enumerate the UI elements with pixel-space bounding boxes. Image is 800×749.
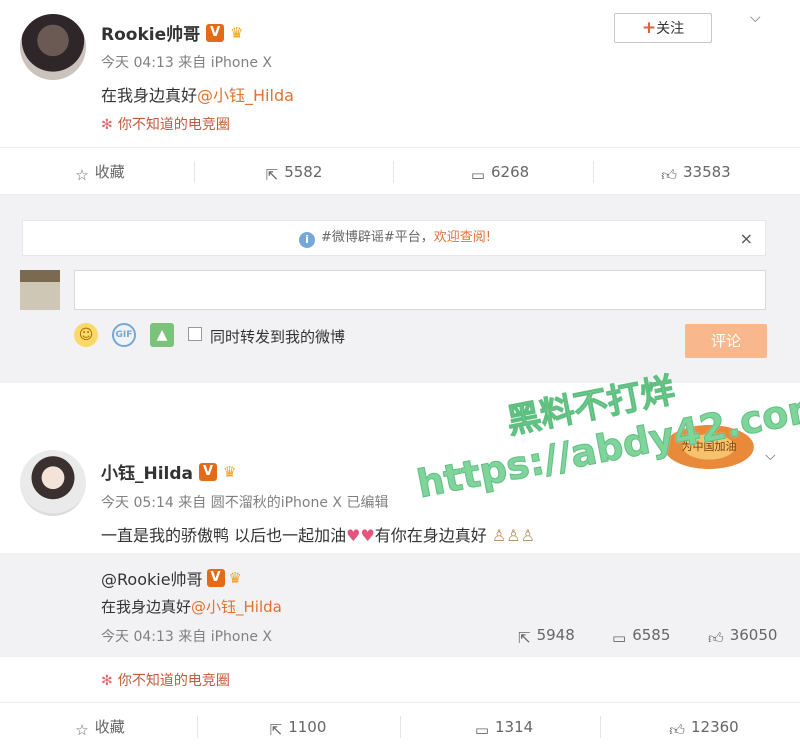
favorite-label: 收藏 bbox=[94, 718, 125, 736]
flower-icon: ✻ bbox=[101, 117, 113, 133]
notice-link[interactable]: 欢迎查阅! bbox=[434, 230, 491, 245]
post-header: Rookie帅哥 V ♛ bbox=[101, 20, 252, 45]
like-button[interactable]: 👍︎ 33583 bbox=[596, 148, 796, 196]
topic-tag[interactable]: ✻ 你不知道的电竞圈 bbox=[101, 670, 230, 690]
like-count: 36050 bbox=[729, 626, 778, 644]
kneel-emoji-icon: ♙♙♙ bbox=[486, 526, 535, 545]
repost-count: 5582 bbox=[284, 163, 323, 181]
like-count: 33583 bbox=[682, 163, 731, 181]
repost-count: 5948 bbox=[536, 626, 575, 644]
vip-crown-icon: ♛ bbox=[223, 462, 237, 481]
post-text-body: 一直是我的骄傲鸭 以后也一起加油 bbox=[101, 526, 347, 545]
topic-tag[interactable]: ✻ 你不知道的电竞圈 bbox=[101, 114, 230, 134]
comment-button[interactable]: ▭ 1314 bbox=[404, 703, 604, 749]
post-text: 一直是我的骄傲鸭 以后也一起加油♥♥有你在身边真好 ♙♙♙ bbox=[101, 522, 535, 546]
comment-button[interactable]: ▭ 6268 bbox=[400, 148, 600, 196]
emoji-icon[interactable]: ☺ bbox=[74, 323, 98, 347]
post-header: 小钰_Hilda V ♛ bbox=[101, 459, 245, 484]
vip-crown-icon: ♛ bbox=[230, 23, 244, 42]
info-icon: i bbox=[298, 232, 315, 248]
comment-icon: ▭ bbox=[470, 166, 485, 184]
notice-text: i #微博辟谣#平台，欢迎查阅! bbox=[23, 221, 767, 255]
star-icon: ☆ bbox=[75, 721, 89, 739]
author-name[interactable]: Rookie帅哥 bbox=[101, 20, 200, 45]
favorite-label: 收藏 bbox=[94, 163, 125, 181]
quoted-author[interactable]: @Rookie帅哥 bbox=[101, 566, 203, 590]
weibo-feed: Rookie帅哥 V ♛ 今天 04:13 来自 iPhone X 在我身边真好… bbox=[0, 0, 800, 749]
topic-label: 你不知道的电竞圈 bbox=[117, 117, 230, 133]
post2-action-bar: ☆ 收藏 ⇱ 1100 ▭ 1314 👍︎ 12360 bbox=[0, 702, 800, 749]
mention-link[interactable]: @小钰_Hilda bbox=[191, 598, 282, 616]
repost-button[interactable]: ⇱ 1100 bbox=[198, 703, 398, 749]
chevron-down-icon[interactable]: ⌵ bbox=[750, 10, 761, 26]
like-count: 12360 bbox=[690, 718, 739, 736]
post-text: 在我身边真好@小钰_Hilda bbox=[101, 82, 294, 106]
quoted-text: 在我身边真好@小钰_Hilda bbox=[101, 596, 282, 617]
comment-count: 6585 bbox=[632, 626, 671, 644]
verified-v-icon: V bbox=[206, 23, 225, 42]
repost-icon: ⇱ bbox=[269, 721, 283, 739]
image-icon[interactable]: ▲ bbox=[150, 323, 174, 347]
post-text-body: 在我身边真好 bbox=[101, 86, 198, 105]
gif-icon[interactable]: GIF bbox=[112, 323, 136, 347]
post-meta: 今天 05:14 来自 圆不溜秋的iPhone X 已编辑 bbox=[101, 495, 389, 511]
heart-icon: ♥♥ bbox=[346, 526, 375, 545]
quoted-text-body: 在我身边真好 bbox=[101, 598, 192, 616]
comment-input[interactable] bbox=[74, 270, 766, 310]
comment-icon: ▭ bbox=[612, 629, 627, 647]
author-name[interactable]: 小钰_Hilda bbox=[101, 459, 193, 484]
like-button[interactable]: 👍︎ 12360 bbox=[604, 703, 800, 749]
quoted-meta: 今天 04:13 来自 iPhone X bbox=[101, 629, 272, 645]
repost-checkbox[interactable] bbox=[188, 327, 202, 341]
verified-v-icon: V bbox=[199, 462, 218, 481]
post1-action-bar: ☆ 收藏 ⇱ 5582 ▭ 6268 👍︎ 33583 bbox=[0, 147, 800, 195]
flower-icon: ✻ bbox=[101, 673, 113, 689]
quoted-header: @Rookie帅哥 V ♛ bbox=[101, 566, 251, 590]
close-icon[interactable]: × bbox=[740, 229, 753, 248]
avatar[interactable] bbox=[20, 450, 86, 516]
repost-checkbox-label: 同时转发到我的微博 bbox=[210, 328, 346, 346]
follow-button[interactable]: +关注 bbox=[614, 13, 712, 43]
rumor-notice: i #微博辟谣#平台，欢迎查阅! × bbox=[22, 220, 766, 256]
thumbs-up-icon: 👍︎ bbox=[669, 721, 685, 739]
repost-count: 1100 bbox=[288, 718, 327, 736]
chevron-down-icon[interactable]: ⌵ bbox=[765, 448, 776, 464]
comment-count: 6268 bbox=[491, 163, 530, 181]
current-user-avatar bbox=[20, 270, 60, 310]
favorite-button[interactable]: ☆ 收藏 bbox=[0, 148, 200, 196]
quoted-repost[interactable]: ⇱ 5948 bbox=[518, 626, 575, 647]
comment-icon: ▭ bbox=[474, 721, 489, 739]
repost-icon: ⇱ bbox=[518, 629, 531, 647]
thumbs-up-icon: 👍︎ bbox=[661, 166, 677, 184]
verified-v-icon: V bbox=[206, 569, 225, 587]
favorite-button[interactable]: ☆ 收藏 bbox=[0, 703, 200, 749]
repost-button[interactable]: ⇱ 5582 bbox=[194, 148, 394, 196]
star-icon: ☆ bbox=[75, 166, 89, 184]
follow-label: 关注 bbox=[656, 21, 685, 37]
quoted-comment[interactable]: ▭ 6585 bbox=[612, 626, 670, 647]
notice-body: #微博辟谣#平台， bbox=[320, 230, 434, 245]
quoted-like[interactable]: 👍︎ 36050 bbox=[708, 626, 777, 648]
avatar[interactable] bbox=[20, 14, 86, 80]
topic-label: 你不知道的电竞圈 bbox=[117, 673, 230, 689]
repost-icon: ⇱ bbox=[265, 166, 279, 184]
comment-count: 1314 bbox=[495, 718, 534, 736]
thumbs-up-icon: 👍︎ bbox=[708, 629, 724, 647]
vip-crown-icon: ♛ bbox=[228, 569, 242, 587]
mention-link[interactable]: @小钰_Hilda bbox=[197, 86, 294, 105]
post-meta: 今天 04:13 来自 iPhone X bbox=[101, 55, 272, 71]
post-text-tail: 有你在身边真好 bbox=[374, 526, 487, 545]
plus-icon: + bbox=[641, 18, 657, 38]
